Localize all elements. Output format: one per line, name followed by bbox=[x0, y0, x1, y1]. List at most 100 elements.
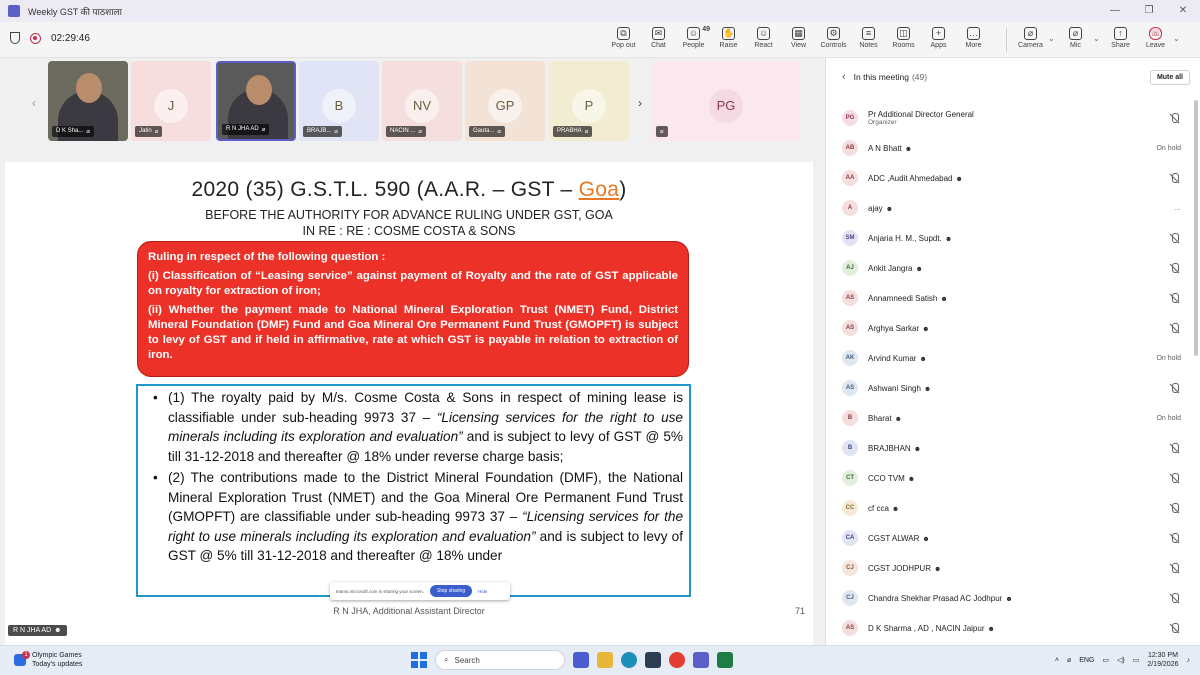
taskbar-search[interactable]: ⌕ Search bbox=[435, 650, 565, 670]
tile-avatar: GP bbox=[488, 89, 522, 123]
search-placeholder: Search bbox=[454, 655, 480, 665]
participant-row[interactable]: B Bharat ☻ On hold bbox=[826, 403, 1193, 433]
overflow-tile[interactable]: PG ⌀ bbox=[652, 61, 800, 141]
chat-icon: ✉ bbox=[652, 27, 665, 40]
store-icon[interactable] bbox=[645, 652, 661, 668]
participant-row[interactable]: B BRAJBHAN ☻ bbox=[826, 433, 1193, 463]
participant-name-block: Arvind Kumar ☻ bbox=[868, 354, 927, 363]
mic-options-chevron-icon[interactable]: ⌄ bbox=[1093, 22, 1103, 58]
notes-button[interactable]: ≡ Notes bbox=[851, 22, 886, 58]
participant-row[interactable]: CJ CGST JODHPUR ☻ bbox=[826, 553, 1193, 583]
mute-all-button[interactable]: Mute all bbox=[1149, 70, 1190, 85]
participant-row[interactable]: AA ADC ,Audit Ahmedabad ☻ bbox=[826, 163, 1193, 193]
slide-subtitle-case: IN RE : RE : COSME COSTA & SONS bbox=[302, 224, 516, 238]
widgets-button[interactable]: Olympic Games Today's updates bbox=[14, 651, 82, 669]
gallery-prev-icon[interactable]: ‹ bbox=[32, 96, 36, 110]
leave-button[interactable]: ☏ Leave bbox=[1138, 22, 1173, 58]
participant-tile[interactable]: NV NACIN ... ⌀ bbox=[382, 61, 462, 141]
clock[interactable]: 12:30 PM 2/19/2026 bbox=[1147, 651, 1178, 669]
battery-icon[interactable]: ▭ bbox=[1133, 656, 1140, 664]
notification-bell-icon[interactable]: ♪ bbox=[1187, 657, 1191, 664]
tile-name: R N JHA AD bbox=[226, 126, 259, 132]
toolbar-buttons: ⧉ Pop out ✉ Chat ☺ 49 People ✋ Raise ☺ React ▦ View ⚙… bbox=[606, 22, 991, 58]
guest-icon: ☻ bbox=[891, 505, 900, 513]
participant-name: Ankit Jangra bbox=[868, 263, 913, 273]
participant-tile[interactable]: P PRABHA ⌀ bbox=[549, 61, 629, 141]
popout-icon: ⧉ bbox=[617, 27, 630, 40]
apps-button[interactable]: + Apps bbox=[921, 22, 956, 58]
people-button[interactable]: ☺ 49 People bbox=[676, 22, 711, 58]
back-chevron-icon[interactable]: ‹ bbox=[842, 71, 846, 83]
tray-overflow-icon[interactable]: ˄ bbox=[1055, 657, 1059, 664]
popout-button[interactable]: ⧉ Pop out bbox=[606, 22, 641, 58]
more-label: More bbox=[965, 42, 982, 49]
rooms-button[interactable]: ◫ Rooms bbox=[886, 22, 921, 58]
participants-panel: ‹ In this meeting (49) Mute all PG Pr Add… bbox=[825, 58, 1200, 645]
language-indicator[interactable]: ENG bbox=[1079, 657, 1094, 664]
panel-scrollbar[interactable] bbox=[1194, 100, 1198, 356]
participant-tile[interactable]: R N JHA AD ⌀ bbox=[216, 61, 296, 141]
hide-share-bar-button[interactable]: Hide bbox=[478, 589, 487, 594]
view-button[interactable]: ▦ View bbox=[781, 22, 816, 58]
participant-avatar: CC bbox=[842, 500, 858, 516]
copilot-app-icon[interactable] bbox=[573, 652, 589, 668]
mic-off-icon bbox=[1170, 172, 1179, 184]
guest-icon: ☻ bbox=[922, 325, 930, 333]
windows-start-icon[interactable] bbox=[411, 652, 427, 668]
mic-off-icon: ⌀ bbox=[497, 129, 501, 135]
participant-row[interactable]: CJ Chandra Shekhar Prasad AC Jodhpur ☻ bbox=[826, 583, 1193, 613]
mic-button[interactable]: ⌀ Mic bbox=[1058, 22, 1093, 58]
share-button[interactable]: ↑ Share bbox=[1103, 22, 1138, 58]
participant-tile[interactable]: GP Gauta... ⌀ bbox=[465, 61, 545, 141]
participant-row[interactable]: CT CCO TVM ☻ bbox=[826, 463, 1193, 493]
minimize-icon[interactable]: — bbox=[1098, 0, 1132, 22]
participant-row[interactable]: CA CGST ALWAR ☻ bbox=[826, 523, 1193, 553]
guest-icon: ☻ bbox=[987, 625, 995, 633]
participant-row[interactable]: AS Annamneedi Satish ☻ bbox=[826, 283, 1193, 313]
participant-row[interactable]: AS Arghya Sarkar ☻ bbox=[826, 313, 1193, 343]
shield-icon[interactable] bbox=[10, 32, 20, 44]
react-button[interactable]: ☺ React bbox=[746, 22, 781, 58]
file-explorer-icon[interactable] bbox=[597, 652, 613, 668]
more-button[interactable]: … More bbox=[956, 22, 991, 58]
participant-name-block: CCO TVM ☻ bbox=[868, 474, 915, 483]
participant-row[interactable]: AJ Ankit Jangra ☻ bbox=[826, 253, 1193, 283]
close-icon[interactable]: ✕ bbox=[1166, 0, 1200, 22]
meeting-timer: 02:29:46 bbox=[51, 32, 90, 44]
participant-row[interactable]: CC cf cca ☻ bbox=[826, 493, 1193, 523]
stop-sharing-button[interactable]: Stop sharing bbox=[430, 585, 473, 597]
excel-icon[interactable] bbox=[717, 652, 733, 668]
participant-row[interactable]: SM Anjaria H. M., Supdt. ☻ bbox=[826, 223, 1193, 253]
participant-row[interactable]: Aajay ☻… bbox=[826, 193, 1193, 223]
maximize-icon[interactable]: ❐ bbox=[1132, 0, 1166, 22]
participant-name-block: Anjaria H. M., Supdt. ☻ bbox=[868, 234, 952, 243]
participant-tile[interactable]: D K Sha... ⌀ bbox=[48, 61, 128, 141]
camera-options-chevron-icon[interactable]: ⌄ bbox=[1048, 22, 1058, 58]
participant-row[interactable]: AK Arvind Kumar ☻ On hold bbox=[826, 343, 1193, 373]
more-options-icon[interactable]: … bbox=[1174, 205, 1181, 212]
guest-icon: ☻ bbox=[1005, 595, 1013, 603]
gallery-next-icon[interactable]: › bbox=[638, 96, 642, 110]
camera-off-icon: ⌀ bbox=[1024, 27, 1037, 40]
participant-tile[interactable]: B BRAJB... ⌀ bbox=[299, 61, 379, 141]
camera-button[interactable]: ⌀ Camera bbox=[1013, 22, 1048, 58]
participant-row[interactable]: AS D K Sharma , AD , NACIN Jaipur ☻ bbox=[826, 613, 1193, 643]
participant-row[interactable]: PG Pr Additional Director General Organize… bbox=[826, 103, 1193, 133]
apps-icon: + bbox=[932, 27, 945, 40]
network-icon[interactable]: ▭ bbox=[1102, 656, 1109, 664]
controls-button[interactable]: ⚙ Controls bbox=[816, 22, 851, 58]
chrome-icon[interactable] bbox=[669, 652, 685, 668]
leave-options-chevron-icon[interactable]: ⌄ bbox=[1173, 22, 1183, 58]
raise-button[interactable]: ✋ Raise bbox=[711, 22, 746, 58]
panel-header: ‹ In this meeting (49) Mute all bbox=[826, 58, 1200, 96]
rooms-icon: ◫ bbox=[897, 27, 910, 40]
participant-row[interactable]: AS Ashwani Singh ☻ bbox=[826, 373, 1193, 403]
teams-taskbar-icon[interactable] bbox=[693, 652, 709, 668]
participant-tile[interactable]: J Jatin ⌀ bbox=[131, 61, 211, 141]
edge-icon[interactable] bbox=[621, 652, 637, 668]
volume-icon[interactable]: ◁) bbox=[1117, 656, 1125, 664]
participant-row[interactable]: AB A N Bhatt ☻ On hold bbox=[826, 133, 1193, 163]
tray-mic-icon[interactable]: ⌀ bbox=[1067, 656, 1071, 664]
participant-avatar: CJ bbox=[842, 590, 858, 606]
chat-button[interactable]: ✉ Chat bbox=[641, 22, 676, 58]
